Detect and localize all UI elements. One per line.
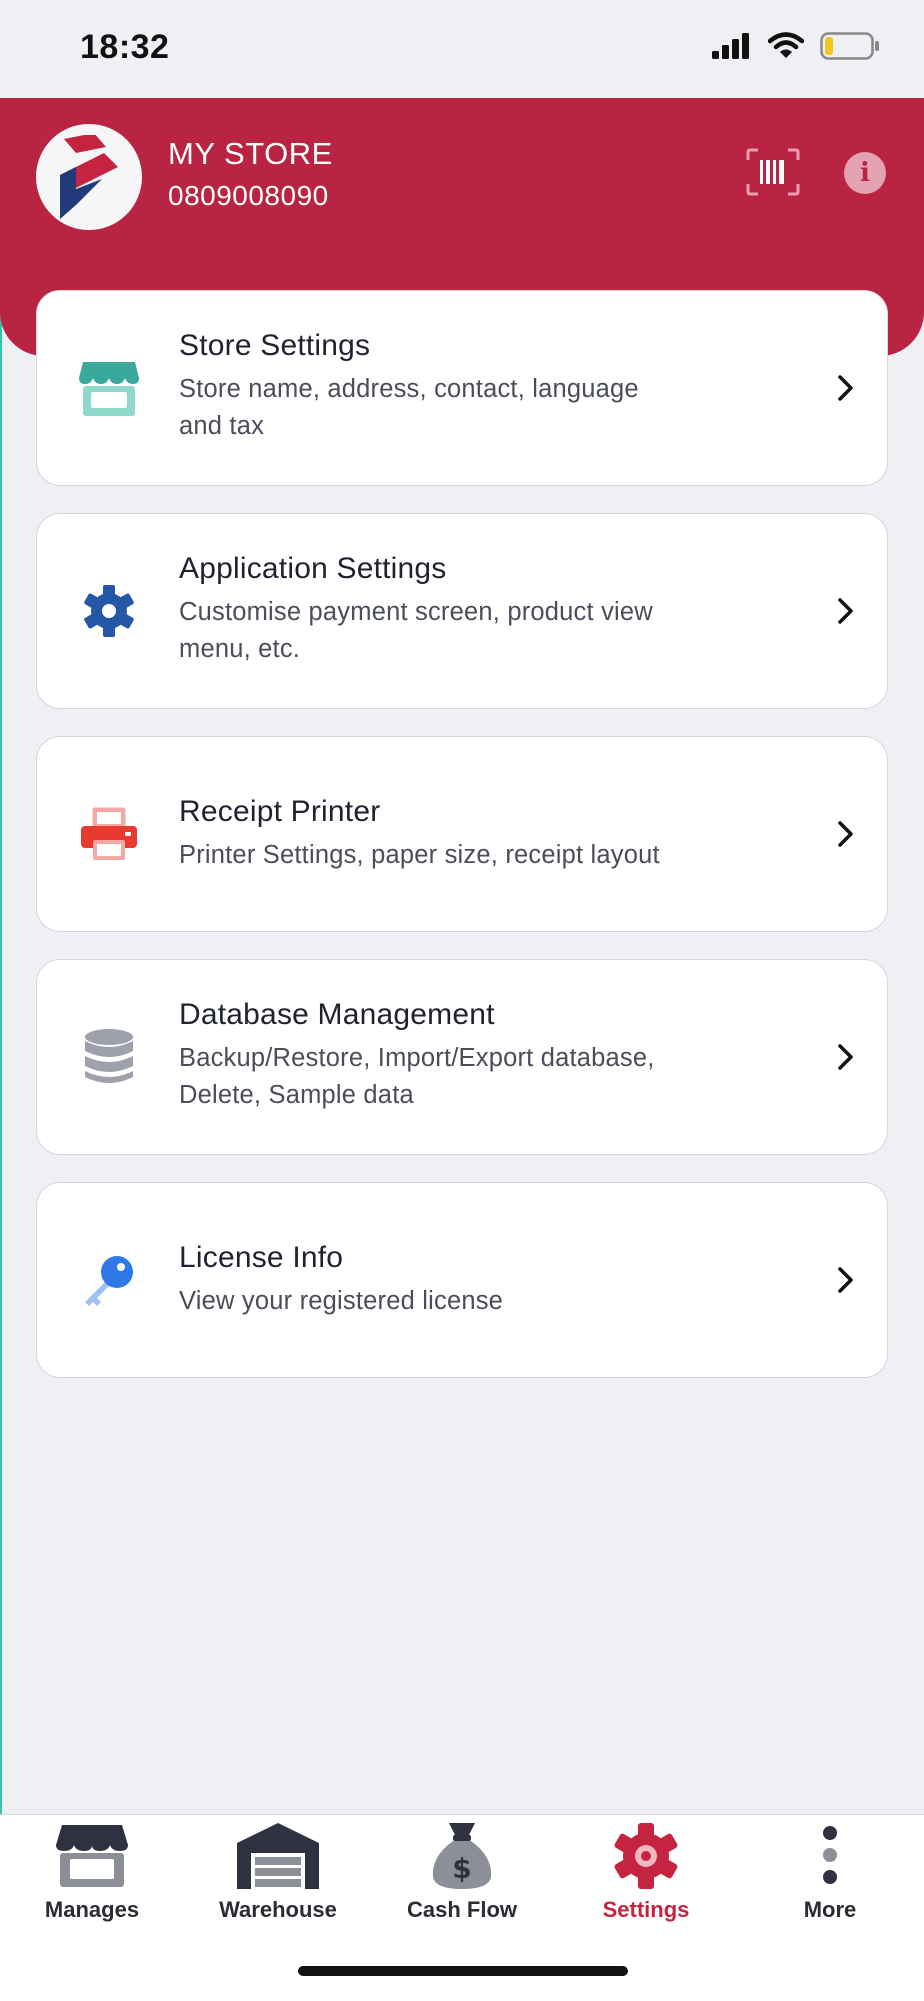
card-title: Receipt Printer [179,795,381,828]
tab-manages[interactable]: Manages [0,1821,184,1931]
receipt-printer-card[interactable]: Receipt Printer Printer Settings, paper … [36,736,888,932]
card-subtitle-line: Store name, address, contact, language [179,375,639,403]
card-subtitle: Store name, address, contact, language a… [179,371,779,445]
gear-icon [614,1823,678,1889]
card-subtitle: Customise payment screen, product view m… [179,594,779,668]
svg-text:$: $ [452,1852,471,1885]
chevron-right-icon [838,375,853,401]
card-subtitle-line: Printer Settings, paper size, receipt la… [179,841,660,869]
application-settings-card[interactable]: Application Settings Customise payment s… [36,513,888,709]
card-subtitle-line: menu, etc. [179,635,301,663]
tab-label: More [803,1897,857,1922]
database-management-icon-wrap [67,1015,151,1099]
more-vertical-icon [823,1826,837,1884]
tab-label: Settings [602,1897,690,1922]
chevron-right-icon [838,1267,853,1293]
receipt-printer-icon-wrap [67,792,151,876]
card-subtitle: Backup/Restore, Import/Export database, … [179,1040,779,1114]
license-info-card[interactable]: License Info View your registered licens… [36,1182,888,1378]
tab-warehouse[interactable]: Warehouse [186,1821,370,1931]
barcode-scan-button[interactable] [746,148,800,196]
license-info-icon-wrap [67,1238,151,1322]
chevron-right-icon [838,821,853,847]
status-bar: 18:32 [0,0,924,98]
barcode-icon [746,148,800,196]
store-logo-icon [60,135,118,219]
card-subtitle-line: and tax [179,412,265,440]
info-button[interactable]: i [844,152,886,194]
tab-settings[interactable]: Settings [554,1821,738,1931]
tab-label: Cash Flow [406,1897,517,1922]
wifi-icon [768,32,804,58]
chevron-right-icon [838,598,853,624]
tab-label: Manages [44,1897,140,1922]
tab-more[interactable]: More [738,1821,922,1931]
printer-icon [81,807,137,860]
home-indicator [298,1966,628,1976]
store-icon [79,362,139,416]
card-subtitle: Printer Settings, paper size, receipt la… [179,837,779,874]
card-subtitle-line: View your registered license [179,1287,504,1315]
battery-icon [820,32,879,60]
store-logo-avatar[interactable] [36,124,142,230]
gear-icon [84,585,134,637]
store-icon [56,1825,128,1887]
card-title: Database Management [179,998,495,1031]
application-settings-icon-wrap [67,569,151,653]
store-phone: 0809008090 [168,180,329,211]
status-icons [712,32,880,60]
card-subtitle: View your registered license [179,1283,779,1320]
key-icon [85,1256,133,1306]
money-bag-icon: $ [432,1823,492,1889]
store-settings-card[interactable]: Store Settings Store name, address, cont… [36,290,888,486]
database-icon [85,1029,133,1083]
tab-label: Warehouse [219,1897,337,1922]
card-title: Application Settings [179,552,447,585]
card-title: License Info [179,1241,344,1274]
store-name: MY STORE [168,136,333,171]
cellular-signal-icon [712,33,749,59]
card-title: Store Settings [179,329,371,362]
warehouse-icon [237,1823,319,1889]
card-subtitle-line: Customise payment screen, product view [179,598,653,626]
info-icon: i [860,158,870,188]
database-management-card[interactable]: Database Management Backup/Restore, Impo… [36,959,888,1155]
tab-cash-flow[interactable]: $ Cash Flow [370,1821,554,1931]
card-subtitle-line: Backup/Restore, Import/Export database, [179,1044,655,1072]
store-settings-icon-wrap [67,346,151,430]
chevron-right-icon [838,1044,853,1070]
status-time: 18:32 [80,28,170,66]
card-subtitle-line: Delete, Sample data [179,1081,414,1109]
